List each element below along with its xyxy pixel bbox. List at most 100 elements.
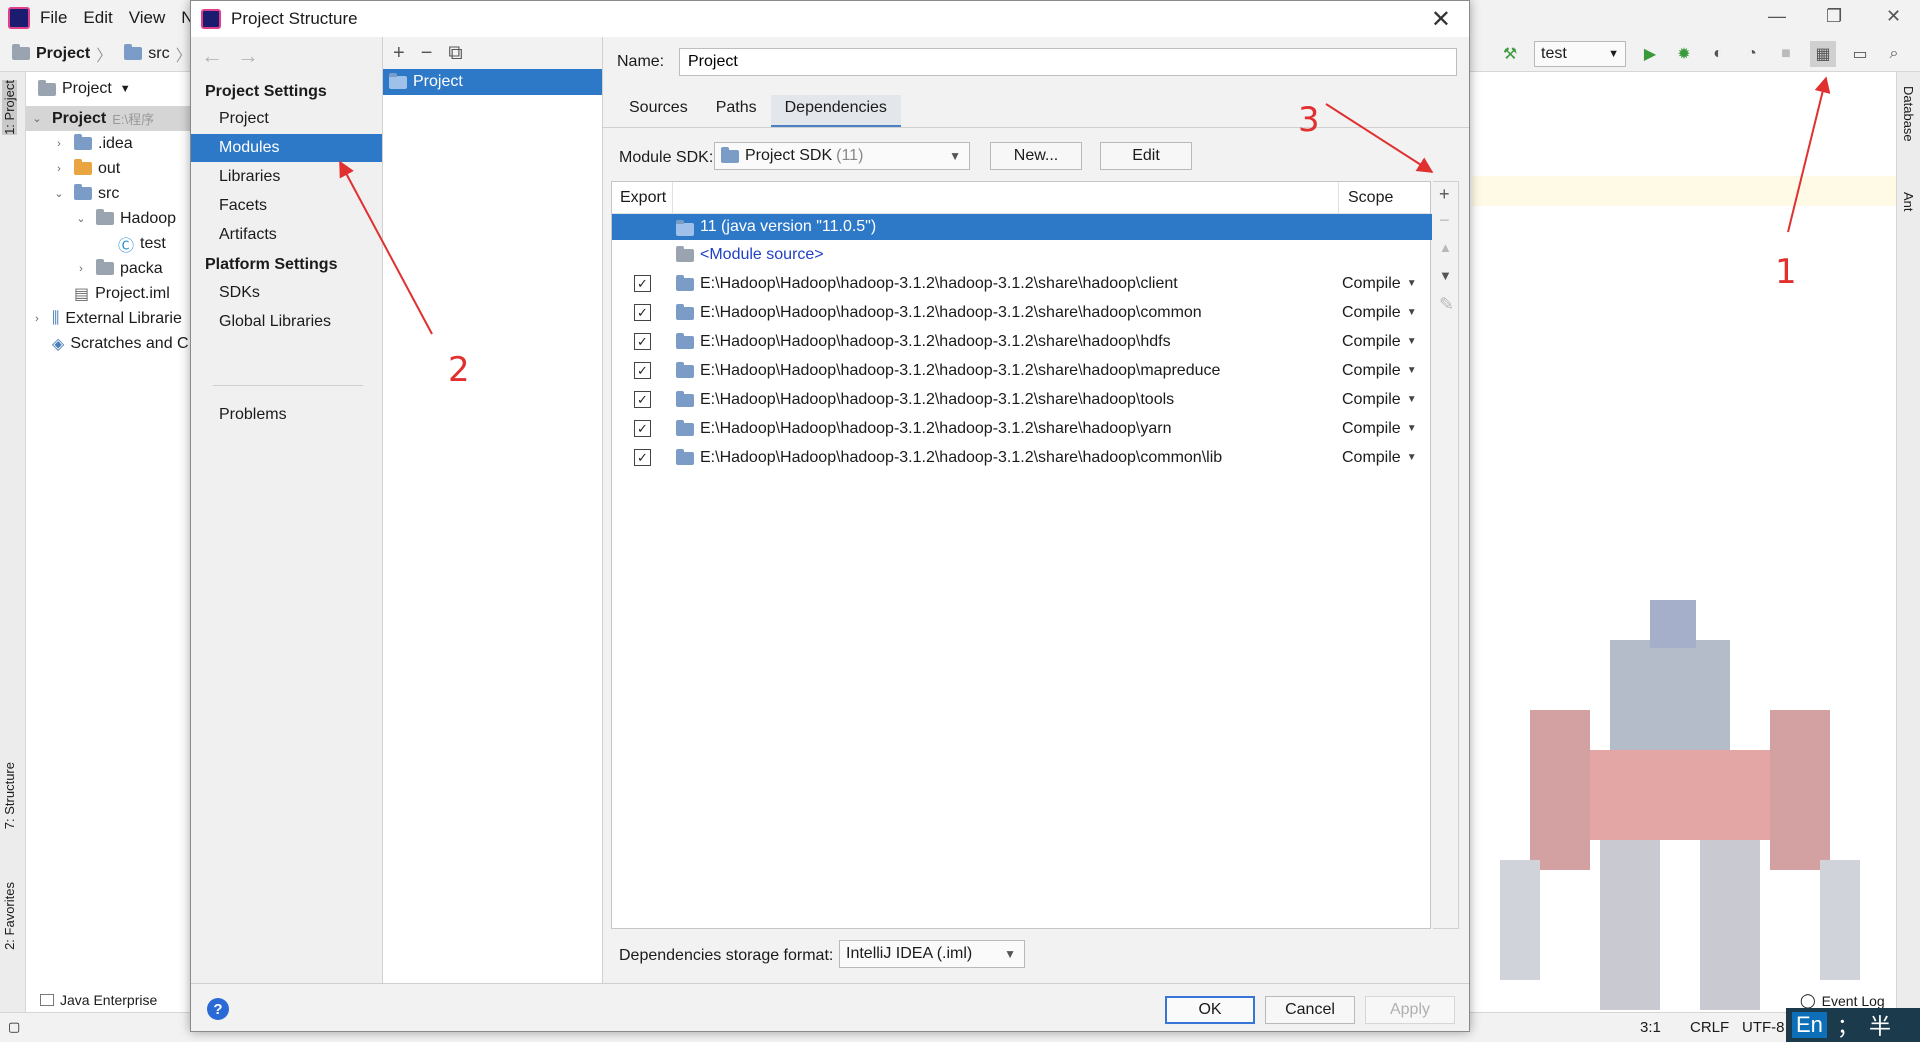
nav-item-libraries[interactable]: Libraries (191, 163, 382, 191)
table-row[interactable]: ✓ E:\Hadoop\Hadoop\hadoop-3.1.2\hadoop-3.… (612, 414, 1432, 443)
new-sdk-button[interactable]: New... (990, 142, 1082, 170)
tab-project-tool[interactable]: 1: Project (2, 80, 17, 135)
minimize-icon[interactable]: — (1768, 6, 1786, 27)
menu-edit[interactable]: Edit (83, 8, 112, 28)
tab-structure-tool[interactable]: 7: Structure (2, 762, 17, 829)
tree-row[interactable]: › .idea (26, 131, 196, 156)
add-module-icon[interactable]: + (393, 42, 405, 65)
tab-sources[interactable]: Sources (615, 95, 702, 128)
export-checkbox[interactable]: ✓ (634, 304, 651, 321)
table-row[interactable]: ✓ E:\Hadoop\Hadoop\hadoop-3.1.2\hadoop-3.… (612, 443, 1432, 472)
tree-row[interactable]: Ⓒtest (26, 231, 196, 256)
status-toggle-icon[interactable]: ▢ (8, 1019, 20, 1035)
column-export[interactable]: Export (620, 189, 666, 207)
tab-ant-tool[interactable]: Ant (1901, 192, 1916, 212)
restore-icon[interactable]: ❐ (1826, 6, 1842, 27)
chevron-right-icon[interactable]: › (30, 313, 44, 325)
nav-item-project[interactable]: Project (191, 105, 382, 133)
tab-paths[interactable]: Paths (702, 95, 771, 128)
close-window-icon[interactable]: ✕ (1886, 6, 1901, 27)
menu-file[interactable]: File (40, 8, 67, 28)
table-row[interactable]: ✓ E:\Hadoop\Hadoop\hadoop-3.1.2\hadoop-3.… (612, 269, 1432, 298)
scope-select[interactable]: Compile ▼ (1342, 362, 1417, 380)
module-name-input[interactable] (679, 48, 1457, 76)
forward-arrow-icon[interactable]: → (237, 43, 259, 69)
scope-select[interactable]: Compile ▼ (1342, 304, 1417, 322)
breadcrumb-src[interactable]: src 〉 (124, 42, 192, 66)
scope-select[interactable]: Compile ▼ (1342, 333, 1417, 351)
move-down-icon[interactable]: ▼ (1439, 268, 1452, 283)
tree-row[interactable]: › ⫼ External Librarie (26, 306, 196, 331)
table-row[interactable]: 11 (java version "11.0.5") (612, 214, 1432, 240)
project-view-selector[interactable]: Project ▼ (26, 72, 196, 106)
nav-item-global-libraries[interactable]: Global Libraries (191, 308, 382, 336)
event-log-tab[interactable]: ◯ Event Log (1800, 992, 1885, 1009)
java-enterprise-tab[interactable]: Java Enterprise (40, 992, 157, 1008)
nav-item-facets[interactable]: Facets (191, 192, 382, 220)
edit-sdk-button[interactable]: Edit (1100, 142, 1192, 170)
chevron-down-icon[interactable]: ⌄ (74, 212, 88, 225)
storage-format-select[interactable]: IntelliJ IDEA (.iml) ▼ (839, 940, 1025, 968)
edit-pencil-icon[interactable]: ✎ (1439, 294, 1454, 315)
nav-item-problems[interactable]: Problems (191, 401, 382, 429)
chevron-right-icon[interactable]: › (74, 263, 88, 275)
table-row[interactable]: <Module source> (612, 240, 1432, 269)
chevron-right-icon[interactable]: › (52, 163, 66, 175)
line-separator[interactable]: CRLF (1690, 1019, 1729, 1036)
export-checkbox[interactable]: ✓ (634, 275, 651, 292)
menu-view[interactable]: View (129, 8, 166, 28)
tab-dependencies[interactable]: Dependencies (770, 95, 901, 128)
file-encoding[interactable]: UTF-8 (1742, 1019, 1785, 1036)
chevron-down-icon[interactable]: ⌄ (30, 112, 44, 125)
tree-row[interactable]: ⌄ Hadoop (26, 206, 196, 231)
back-arrow-icon[interactable]: ← (201, 43, 223, 69)
stop-icon[interactable]: ■ (1776, 44, 1796, 64)
export-checkbox[interactable]: ✓ (634, 362, 651, 379)
move-up-icon[interactable]: ▲ (1439, 240, 1452, 255)
remove-dependency-icon[interactable]: − (1439, 210, 1450, 231)
tab-database-tool[interactable]: Database (1901, 86, 1916, 142)
tree-row[interactable]: ◈ Scratches and C (26, 331, 196, 356)
export-checkbox[interactable]: ✓ (634, 420, 651, 437)
module-item-project[interactable]: Project (383, 69, 602, 95)
build-hammer-icon[interactable]: ⚒ (1500, 44, 1520, 64)
table-row[interactable]: ✓ E:\Hadoop\Hadoop\hadoop-3.1.2\hadoop-3.… (612, 298, 1432, 327)
breadcrumb-project[interactable]: Project 〉 (12, 42, 112, 66)
cancel-button[interactable]: Cancel (1265, 996, 1355, 1024)
export-checkbox[interactable]: ✓ (634, 391, 651, 408)
table-row[interactable]: ✓ E:\Hadoop\Hadoop\hadoop-3.1.2\hadoop-3.… (612, 327, 1432, 356)
tree-row[interactable]: ⌄ src (26, 181, 196, 206)
add-dependency-icon[interactable]: + (1439, 184, 1450, 205)
coverage-icon[interactable]: ◐ (1708, 44, 1728, 64)
terminal-icon[interactable]: ▭ (1850, 44, 1870, 64)
project-structure-icon[interactable]: ▦ (1810, 41, 1836, 67)
tree-row[interactable]: › out (26, 156, 196, 181)
export-checkbox[interactable]: ✓ (634, 333, 651, 350)
scope-select[interactable]: Compile ▼ (1342, 449, 1417, 467)
chevron-right-icon[interactable]: › (52, 138, 66, 150)
column-scope[interactable]: Scope (1348, 189, 1393, 207)
nav-item-artifacts[interactable]: Artifacts (191, 221, 382, 249)
tree-row[interactable]: › packa (26, 256, 196, 281)
scope-select[interactable]: Compile ▼ (1342, 391, 1417, 409)
copy-module-icon[interactable]: ⧉ (448, 42, 462, 65)
profile-icon[interactable]: ◔ (1742, 44, 1762, 64)
nav-item-modules[interactable]: Modules (191, 134, 382, 162)
close-icon[interactable]: ✕ (1431, 5, 1451, 34)
debug-icon[interactable]: ✹ (1674, 44, 1694, 64)
table-row[interactable]: ✓ E:\Hadoop\Hadoop\hadoop-3.1.2\hadoop-3.… (612, 356, 1432, 385)
search-icon[interactable]: ⌕ (1884, 44, 1904, 64)
tab-favorites-tool[interactable]: 2: Favorites (2, 882, 17, 950)
chevron-down-icon[interactable]: ⌄ (52, 187, 66, 200)
scope-select[interactable]: Compile ▼ (1342, 420, 1417, 438)
nav-item-sdks[interactable]: SDKs (191, 279, 382, 307)
apply-button[interactable]: Apply (1365, 996, 1455, 1024)
help-icon[interactable]: ? (207, 998, 229, 1020)
scope-select[interactable]: Compile ▼ (1342, 275, 1417, 293)
caret-position[interactable]: 3:1 (1640, 1019, 1661, 1036)
tree-row[interactable]: ⌄ Project E:\程序 (26, 106, 196, 131)
remove-module-icon[interactable]: − (421, 42, 433, 65)
module-sdk-select[interactable]: Project SDK (11) ▼ (714, 142, 970, 170)
export-checkbox[interactable]: ✓ (634, 449, 651, 466)
table-row[interactable]: ✓ E:\Hadoop\Hadoop\hadoop-3.1.2\hadoop-3.… (612, 385, 1432, 414)
